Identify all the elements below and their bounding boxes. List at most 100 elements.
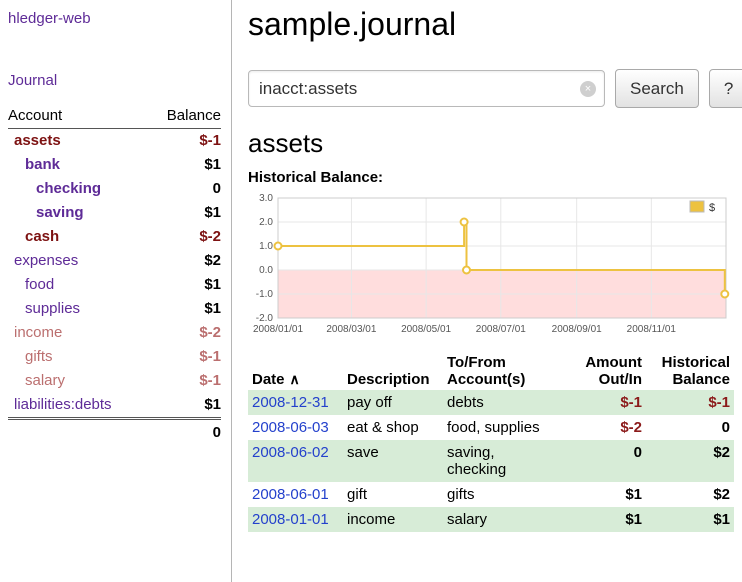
register-row: 2008-06-03 eat & shopfood, supplies$-20 (248, 415, 734, 440)
transaction-description: pay off (343, 390, 443, 415)
svg-text:2008/05/01: 2008/05/01 (401, 324, 451, 335)
clear-search-icon[interactable]: × (580, 81, 596, 97)
transaction-amount: $1 (551, 482, 646, 507)
transaction-accounts: saving, checking (443, 440, 551, 482)
account-link[interactable]: supplies (8, 300, 80, 317)
transaction-description: save (343, 440, 443, 482)
transaction-accounts: salary (443, 507, 551, 532)
register-table: Date ∧ Description To/From Account(s) Amo… (248, 352, 734, 532)
chart-title: Historical Balance: (248, 169, 734, 186)
transaction-accounts: gifts (443, 482, 551, 507)
register-row: 2008-06-02 savesaving, checking0$2 (248, 440, 734, 482)
transaction-running-balance: $2 (646, 440, 734, 482)
account-balance: $-1 (148, 369, 221, 393)
svg-text:2008/01/01: 2008/01/01 (253, 324, 303, 335)
sort-ascending-icon: ∧ (290, 371, 300, 387)
account-balance: $1 (148, 201, 221, 225)
transaction-amount: $-1 (551, 390, 646, 415)
register-header-description: Description (343, 352, 443, 390)
account-row: cash $-2 (8, 225, 221, 249)
account-link[interactable]: income (8, 324, 62, 341)
account-link[interactable]: salary (8, 372, 65, 389)
register-header-balance: Historical Balance (646, 352, 734, 390)
account-balance: $1 (148, 393, 221, 419)
accounts-header-account: Account (8, 105, 148, 129)
accounts-header-balance: Balance (148, 105, 221, 129)
account-balance: $2 (148, 249, 221, 273)
historical-balance-chart: 3.02.01.00.0-1.0-2.02008/01/012008/03/01… (248, 190, 734, 342)
accounts-total-balance: 0 (148, 419, 221, 446)
account-link[interactable]: cash (8, 228, 59, 245)
transaction-date-link[interactable]: 2008-06-02 (252, 444, 329, 461)
account-row: bank $1 (8, 153, 221, 177)
account-link[interactable]: assets (8, 132, 61, 149)
accounts-balance-table: Account Balance assets $-1 bank $1 checking 0… (8, 105, 221, 445)
svg-text:0.0: 0.0 (259, 265, 273, 276)
register-row: 2008-01-01incomesalary$1$1 (248, 507, 734, 532)
transaction-amount: 0 (551, 440, 646, 482)
account-balance: $-2 (148, 321, 221, 345)
transaction-accounts: debts (443, 390, 551, 415)
account-row: food $1 (8, 273, 221, 297)
transaction-accounts: food, supplies (443, 415, 551, 440)
account-link[interactable]: food (8, 276, 54, 293)
svg-text:2008/09/01: 2008/09/01 (552, 324, 602, 335)
transaction-description: gift (343, 482, 443, 507)
transaction-running-balance: $1 (646, 507, 734, 532)
account-link[interactable]: checking (8, 180, 101, 197)
transaction-date-link[interactable]: 2008-06-03 (252, 419, 329, 436)
transaction-date-link[interactable]: 2008-12-31 (252, 394, 329, 411)
svg-text:1.0: 1.0 (259, 241, 273, 252)
transaction-date-link[interactable]: 2008-01-01 (252, 511, 329, 528)
search-button[interactable]: Search (615, 69, 699, 108)
account-balance: $1 (148, 297, 221, 321)
account-row: income $-2 (8, 321, 221, 345)
register-header-account: To/From Account(s) (443, 352, 551, 390)
account-balance: 0 (148, 177, 221, 201)
transaction-date-link[interactable]: 2008-06-01 (252, 486, 329, 503)
register-row: 2008-06-01 giftgifts$1$2 (248, 482, 734, 507)
date-header-label: Date (252, 371, 285, 388)
account-row: supplies $1 (8, 297, 221, 321)
search-input[interactable] (248, 70, 605, 107)
account-row: saving $1 (8, 201, 221, 225)
transaction-amount: $-2 (551, 415, 646, 440)
account-link[interactable]: bank (8, 156, 60, 173)
register-header-amount: Amount Out/In (551, 352, 646, 390)
account-row: expenses $2 (8, 249, 221, 273)
svg-text:$: $ (709, 202, 715, 214)
accounts-total-spacer (8, 419, 148, 446)
account-balance: $-1 (148, 129, 221, 154)
account-link[interactable]: liabilities:debts (8, 396, 112, 413)
transaction-description: income (343, 507, 443, 532)
account-link[interactable]: gifts (8, 348, 53, 365)
help-button[interactable]: ? (709, 69, 742, 108)
transaction-description: eat & shop (343, 415, 443, 440)
svg-text:-2.0: -2.0 (256, 313, 274, 324)
account-title: assets (248, 128, 734, 159)
accounts-total-row: 0 (8, 419, 221, 446)
account-row: assets $-1 (8, 129, 221, 154)
svg-text:2008/11/01: 2008/11/01 (627, 324, 677, 335)
account-link[interactable]: expenses (8, 252, 78, 269)
transaction-amount: $1 (551, 507, 646, 532)
account-balance: $-1 (148, 345, 221, 369)
register-header-date[interactable]: Date ∧ (248, 352, 343, 390)
account-link[interactable]: saving (8, 204, 84, 221)
account-row: checking 0 (8, 177, 221, 201)
account-row: gifts $-1 (8, 345, 221, 369)
app-title-link[interactable]: hledger-web (8, 10, 221, 27)
search-bar: × Search ? (248, 69, 734, 108)
account-row: liabilities:debts $1 (8, 393, 221, 419)
transaction-running-balance: $2 (646, 482, 734, 507)
svg-text:2008/07/01: 2008/07/01 (476, 324, 526, 335)
accounts-header-row: Account Balance (8, 105, 221, 129)
search-field-wrap: × (248, 70, 605, 107)
account-balance: $-2 (148, 225, 221, 249)
account-balance: $1 (148, 153, 221, 177)
nav-journal-link[interactable]: Journal (8, 72, 221, 89)
transaction-running-balance: 0 (646, 415, 734, 440)
main-content: sample.journal × Search ? assets Histori… (233, 0, 742, 582)
account-balance: $1 (148, 273, 221, 297)
page-title: sample.journal (248, 6, 734, 43)
